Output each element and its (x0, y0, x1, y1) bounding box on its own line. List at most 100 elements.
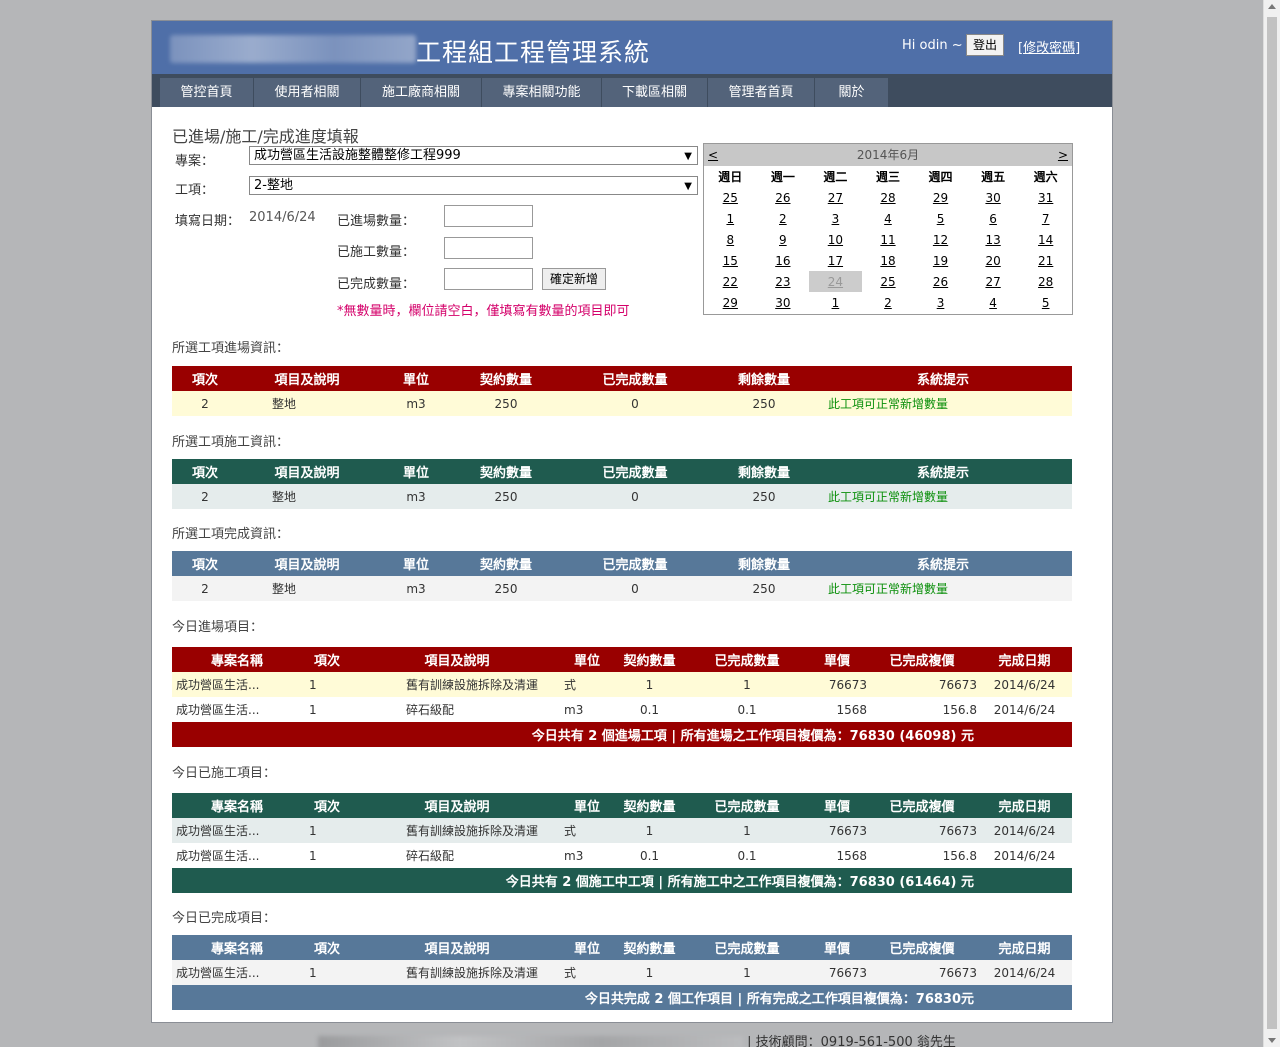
calendar-day[interactable]: 17 (809, 250, 862, 271)
cell: 2014/6/24 (977, 960, 1072, 985)
calendar-day[interactable]: 26 (757, 187, 810, 208)
calendar-day[interactable]: 14 (1019, 229, 1072, 250)
calendar-day[interactable]: 30 (757, 292, 810, 313)
cell: m3 (562, 697, 612, 722)
calendar-day-label: 19 (932, 253, 949, 268)
calendar-day[interactable]: 7 (1019, 208, 1072, 229)
calendar-day[interactable]: 5 (914, 208, 967, 229)
scrollbar-thumb[interactable] (1267, 17, 1277, 1029)
col-header: 已完成複價 (867, 647, 977, 672)
calendar-day[interactable]: 5 (1019, 292, 1072, 313)
item-select[interactable]: 2-整地 ▼ (249, 176, 698, 195)
calendar-day[interactable]: 1 (704, 208, 757, 229)
calendar-day[interactable]: 8 (704, 229, 757, 250)
nav-admin-home[interactable]: 管理者首頁 (708, 78, 815, 107)
calendar-week: 15 16 17 18 19 20 21 (704, 250, 1072, 271)
project-select-value: 成功營區生活設施整體整修工程999 (254, 148, 461, 163)
calendar-week: 25 26 27 28 29 30 31 (704, 187, 1072, 208)
col-header: 已完成數量 (687, 793, 807, 818)
calendar-day-label: 8 (726, 232, 735, 247)
col-header: 專案名稱 (172, 647, 302, 672)
scroll-up-icon[interactable] (1268, 4, 1276, 9)
calendar-day[interactable]: 28 (862, 187, 915, 208)
cell: 式 (562, 818, 612, 843)
vertical-scrollbar[interactable] (1263, 0, 1280, 1047)
calendar-day[interactable]: 21 (1019, 250, 1072, 271)
cell: m3 (376, 484, 456, 509)
project-select[interactable]: 成功營區生活設施整體整修工程999 ▼ (249, 146, 698, 165)
calendar-day[interactable]: 1 (809, 292, 862, 313)
confirm-add-button[interactable]: 確定新增 (542, 268, 607, 290)
calendar-day[interactable]: 28 (1019, 271, 1072, 292)
calendar-prev-link[interactable]: < (708, 144, 718, 166)
arrive-info-table: 項次 項目及說明 單位 契約數量 已完成數量 剩餘數量 系統提示 2 整地 m3… (172, 366, 1072, 416)
cell: 成功營區生活... (172, 672, 302, 697)
calendar-day-label: 10 (827, 232, 844, 247)
calendar-day[interactable]: 9 (757, 229, 810, 250)
built-qty-input[interactable] (444, 237, 533, 259)
calendar-day[interactable]: 27 (809, 187, 862, 208)
calendar-day[interactable]: 20 (967, 250, 1020, 271)
cell: 0.1 (687, 697, 807, 722)
cell: 76673 (867, 672, 977, 697)
today-complete-table: 專案名稱 項次 項目及說明 單位 契約數量 已完成數量 單價 已完成複價 完成日… (172, 935, 1072, 1010)
calendar-day[interactable]: 31 (1019, 187, 1072, 208)
calendar-day[interactable]: 13 (967, 229, 1020, 250)
calendar: < 2014年6月 > 週日 週一 週二 週三 週四 週五 週六 25 26 27 2… (703, 143, 1073, 315)
calendar-day-label: 24 (827, 274, 844, 289)
calendar-day[interactable]: 25 (704, 187, 757, 208)
cell: 76673 (807, 818, 867, 843)
calendar-day[interactable]: 2 (757, 208, 810, 229)
nav-contractors[interactable]: 施工廠商相關 (361, 78, 482, 107)
calendar-day[interactable]: 25 (862, 271, 915, 292)
cell: 250 (456, 576, 556, 601)
calendar-day[interactable]: 19 (914, 250, 967, 271)
nav-projects[interactable]: 專案相關功能 (482, 78, 602, 107)
calendar-day-label: 26 (932, 274, 949, 289)
calendar-day[interactable]: 6 (967, 208, 1020, 229)
calendar-day[interactable]: 26 (914, 271, 967, 292)
calendar-day[interactable]: 4 (862, 208, 915, 229)
logout-button[interactable]: 登出 (966, 34, 1005, 56)
cell: 0.1 (612, 843, 687, 868)
calendar-day-label: 16 (775, 253, 791, 268)
calendar-day[interactable]: 24 (809, 271, 862, 292)
arrived-qty-input[interactable] (444, 205, 533, 227)
col-header: 剩餘數量 (714, 551, 814, 576)
calendar-day[interactable]: 2 (862, 292, 915, 313)
calendar-day[interactable]: 23 (757, 271, 810, 292)
cell: 2014/6/24 (977, 672, 1072, 697)
completed-qty-label: 已完成數量： (337, 277, 416, 292)
calendar-day[interactable]: 27 (967, 271, 1020, 292)
calendar-day[interactable]: 12 (914, 229, 967, 250)
weekday-label: 週一 (770, 170, 795, 184)
scroll-down-icon[interactable] (1268, 1038, 1276, 1043)
col-header: 項目及說明 (238, 366, 376, 391)
calendar-day[interactable]: 3 (809, 208, 862, 229)
col-header: 剩餘數量 (714, 366, 814, 391)
calendar-day[interactable]: 22 (704, 271, 757, 292)
calendar-day[interactable]: 11 (862, 229, 915, 250)
calendar-day[interactable]: 18 (862, 250, 915, 271)
calendar-day[interactable]: 16 (757, 250, 810, 271)
calendar-day[interactable]: 10 (809, 229, 862, 250)
calendar-day[interactable]: 3 (914, 292, 967, 313)
build-info-table: 項次 項目及說明 單位 契約數量 已完成數量 剩餘數量 系統提示 2 整地 m3… (172, 459, 1072, 509)
calendar-day[interactable]: 30 (967, 187, 1020, 208)
completed-qty-input[interactable] (444, 268, 533, 290)
col-header: 已完成數量 (556, 551, 714, 576)
calendar-next-link[interactable]: > (1058, 144, 1068, 166)
nav-users[interactable]: 使用者相關 (254, 78, 361, 107)
nav-about[interactable]: 關於 (815, 78, 889, 107)
calendar-day[interactable]: 29 (914, 187, 967, 208)
calendar-day[interactable]: 29 (704, 292, 757, 313)
col-header: 項次 (302, 935, 352, 960)
col-header: 已完成複價 (867, 935, 977, 960)
calendar-day[interactable]: 4 (967, 292, 1020, 313)
calendar-day[interactable]: 15 (704, 250, 757, 271)
nav-downloads[interactable]: 下載區相關 (602, 78, 708, 107)
cell: 1 (687, 672, 807, 697)
nav-control-home[interactable]: 管控首頁 (160, 78, 254, 107)
change-password-link[interactable]: [修改密碼] (1018, 37, 1080, 56)
summary-row: 今日共有 2 個施工中工項 | 所有施工中之工作項目複價為：76830 (614… (172, 868, 1072, 893)
